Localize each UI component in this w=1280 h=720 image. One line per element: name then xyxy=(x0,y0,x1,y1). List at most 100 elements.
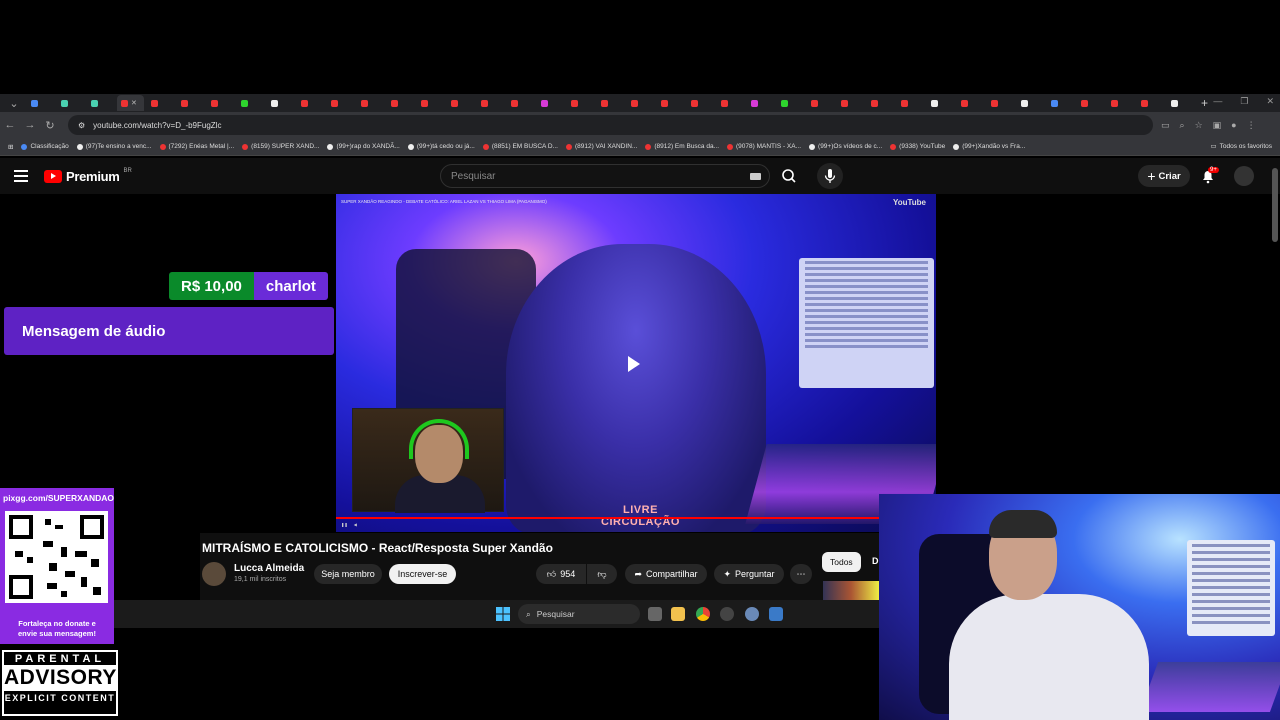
browser-tab[interactable] xyxy=(297,96,324,110)
bookmark-item[interactable]: (8851) EM BUSCA D... xyxy=(482,143,558,150)
browser-tab[interactable] xyxy=(717,96,744,110)
bookmark-item[interactable]: (8912) VAI XANDIN... xyxy=(565,143,637,150)
extensions-icon[interactable]: ▣ xyxy=(1213,120,1222,131)
account-avatar[interactable] xyxy=(1234,166,1254,186)
chip-next[interactable]: D xyxy=(872,556,879,566)
browser-tab[interactable] xyxy=(927,96,954,110)
browser-tab[interactable] xyxy=(1167,96,1194,110)
all-bookmarks-folder[interactable]: ▭ Todos os favoritos xyxy=(1210,142,1272,151)
chip-all[interactable]: Todos xyxy=(822,552,861,572)
browser-tab[interactable] xyxy=(807,96,834,110)
bookmark-item[interactable]: (99+)Xandão vs Fra... xyxy=(953,143,1025,150)
file-explorer-icon[interactable] xyxy=(671,607,685,621)
bookmark-item[interactable]: (8159) SUPER XAND... xyxy=(242,143,319,150)
browser-tab[interactable] xyxy=(687,96,714,110)
browser-tab[interactable] xyxy=(1107,96,1134,110)
browser-tab[interactable] xyxy=(1077,96,1104,110)
browser-tab[interactable] xyxy=(567,96,594,110)
browser-tab[interactable] xyxy=(777,96,804,110)
settings-icon[interactable] xyxy=(745,607,759,621)
forward-icon[interactable]: → xyxy=(20,119,40,131)
bookmark-star-icon[interactable]: ☆ xyxy=(1195,120,1203,131)
site-info-icon[interactable]: ⚙ xyxy=(78,121,85,130)
browser-tab[interactable] xyxy=(1017,96,1044,110)
play-icon[interactable] xyxy=(628,356,640,372)
tab-search-icon[interactable]: ⌄ xyxy=(4,97,24,110)
bookmark-item[interactable]: (9338) YouTube xyxy=(890,143,945,150)
close-window-icon[interactable]: ✕ xyxy=(1266,96,1274,107)
bookmark-item[interactable]: (8912) Em Busca da... xyxy=(645,143,719,150)
bookmark-item[interactable]: (99+)rap do XANDÃ... xyxy=(327,143,400,150)
bookmark-item[interactable]: (7292) Enéas Metal |... xyxy=(159,143,234,150)
browser-tab[interactable] xyxy=(987,96,1014,110)
volume-icon[interactable]: ◀ xyxy=(354,522,357,527)
browser-tab[interactable] xyxy=(177,96,204,110)
ask-button[interactable]: ✦ Perguntar xyxy=(714,564,784,584)
task-view-icon[interactable] xyxy=(648,607,662,621)
taskbar-search[interactable]: ⌕ Pesquisar xyxy=(518,604,640,624)
browser-tab[interactable] xyxy=(957,96,984,110)
dislike-button[interactable]: 👎︎ xyxy=(587,564,617,584)
browser-tab[interactable] xyxy=(267,96,294,110)
maximize-icon[interactable]: ❐ xyxy=(1240,96,1248,107)
browser-tab[interactable] xyxy=(657,96,684,110)
browser-tab[interactable] xyxy=(897,96,924,110)
profile-icon[interactable]: ● xyxy=(1231,120,1236,131)
browser-tab[interactable] xyxy=(147,96,174,110)
chrome-icon[interactable] xyxy=(696,607,710,621)
browser-tab[interactable] xyxy=(417,96,444,110)
join-button[interactable]: Seja membro xyxy=(314,564,382,584)
zoom-icon[interactable]: ⌕ xyxy=(1180,120,1185,131)
bookmark-item[interactable]: (99+)tá cedo ou já... xyxy=(407,143,475,150)
browser-tab[interactable] xyxy=(87,96,114,110)
bookmark-item[interactable]: (9078) MANTIS - XA... xyxy=(727,143,801,150)
browser-tab[interactable] xyxy=(477,96,504,110)
close-tab-icon[interactable]: ✕ xyxy=(131,99,137,107)
back-icon[interactable]: ← xyxy=(0,119,20,131)
browser-tab[interactable] xyxy=(1137,96,1164,110)
url-field[interactable]: ⚙ youtube.com/watch?v=D_-b9FugZlc xyxy=(68,115,1153,135)
browser-tab[interactable] xyxy=(57,96,84,110)
voice-search-button[interactable] xyxy=(817,163,843,189)
bookmark-item[interactable]: Classificação xyxy=(21,143,69,150)
browser-tab[interactable] xyxy=(1047,96,1074,110)
minimize-icon[interactable]: — xyxy=(1213,96,1222,107)
video-player[interactable]: SUPER XANDÃO REAGINDO - DEBATE CATÓLICO:… xyxy=(336,194,936,532)
browser-tab[interactable] xyxy=(27,96,54,110)
app-icon[interactable] xyxy=(720,607,734,621)
pause-icon[interactable]: ❚❚ xyxy=(341,522,348,527)
browser-tab[interactable] xyxy=(627,96,654,110)
cast-icon[interactable]: ▭ xyxy=(1161,120,1170,131)
windows-start-icon[interactable] xyxy=(496,607,510,621)
channel-avatar[interactable] xyxy=(202,562,226,586)
steam-icon[interactable] xyxy=(769,607,783,621)
search-button[interactable] xyxy=(772,165,802,187)
more-actions-button[interactable]: ⋯ xyxy=(790,564,812,584)
browser-tab[interactable] xyxy=(207,96,234,110)
youtube-premium-logo[interactable]: Premium BR xyxy=(44,168,132,184)
browser-tab[interactable] xyxy=(867,96,894,110)
browser-tab[interactable] xyxy=(387,96,414,110)
browser-tab[interactable] xyxy=(537,96,564,110)
reload-icon[interactable]: ↻ xyxy=(40,119,60,132)
keyboard-icon[interactable] xyxy=(750,173,761,180)
hamburger-menu-icon[interactable] xyxy=(14,170,28,185)
channel-name[interactable]: Lucca Almeida xyxy=(234,563,304,574)
share-button[interactable]: ➦ Compartilhar xyxy=(625,564,707,584)
page-scrollbar[interactable] xyxy=(1272,168,1278,242)
bookmark-item[interactable]: (99+)Os vídeos de c... xyxy=(809,143,882,150)
browser-tab[interactable] xyxy=(597,96,624,110)
browser-tab[interactable] xyxy=(747,96,774,110)
browser-tab[interactable] xyxy=(507,96,534,110)
like-button[interactable]: 👍︎ 954 xyxy=(536,564,586,584)
subscribe-button[interactable]: Inscrever-se xyxy=(389,564,456,584)
browser-tab[interactable] xyxy=(357,96,384,110)
browser-tab[interactable] xyxy=(327,96,354,110)
browser-tab[interactable] xyxy=(837,96,864,110)
new-tab-icon[interactable]: + xyxy=(1201,96,1208,110)
browser-tab[interactable] xyxy=(237,96,264,110)
create-button[interactable]: + Criar xyxy=(1138,165,1190,187)
video-progress-bar[interactable] xyxy=(336,517,936,519)
apps-grid-icon[interactable]: ⊞ xyxy=(8,143,13,151)
browser-tab-active[interactable]: ✕ xyxy=(117,95,144,111)
